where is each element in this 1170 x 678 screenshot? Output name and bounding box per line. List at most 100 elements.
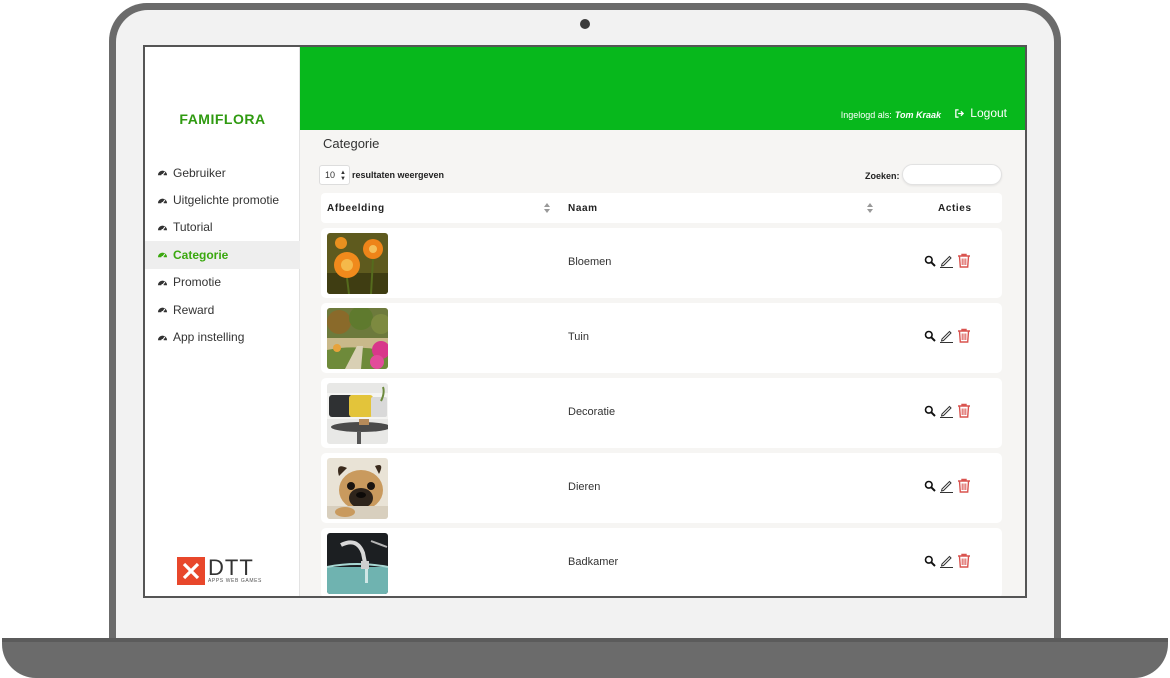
row-actions <box>924 553 974 568</box>
sidebar-item-reward[interactable]: Reward <box>145 296 300 323</box>
camera-icon <box>580 19 590 29</box>
row-actions <box>924 253 974 268</box>
results-length-value: 10 <box>325 170 336 180</box>
sidebar-item-app-instelling[interactable]: App instelling <box>145 323 300 350</box>
category-name: Bloemen <box>568 256 612 268</box>
bathroom-photo <box>327 533 388 594</box>
laptop-base <box>2 638 1168 678</box>
category-name: Dieren <box>568 481 601 493</box>
laptop-hinge <box>2 638 1168 642</box>
edit-button[interactable] <box>939 403 954 418</box>
pencil-icon <box>940 255 953 268</box>
dashboard-icon <box>157 304 168 315</box>
flowers-photo <box>327 233 388 294</box>
trash-icon <box>958 403 970 418</box>
dashboard-icon <box>157 277 168 288</box>
sidebar-item-promotie[interactable]: Promotie <box>145 269 300 296</box>
sidebar-item-categorie[interactable]: Categorie <box>145 241 300 269</box>
edit-button[interactable] <box>939 328 954 343</box>
sidebar-item-label: Gebruiker <box>173 165 226 180</box>
logged-in-label: Ingelogd als: <box>840 110 892 120</box>
search-icon <box>924 255 936 267</box>
dashboard-icon <box>157 222 168 233</box>
edit-button[interactable] <box>939 253 954 268</box>
delete-button[interactable] <box>957 403 971 418</box>
search-label: Zoeken: <box>865 171 900 181</box>
results-length-label: resultaten weergeven <box>352 170 445 180</box>
user-name: Tom Kraak <box>894 110 941 120</box>
column-header-acties: Acties <box>938 193 972 223</box>
view-button[interactable] <box>924 405 936 417</box>
row-actions <box>924 403 974 418</box>
sidebar-item-gebruiker[interactable]: Gebruiker <box>145 159 300 186</box>
delete-button[interactable] <box>957 253 971 268</box>
dtt-logo: DTT APPS WEB GAMES <box>177 557 262 585</box>
top-header: Ingelogd als: Tom Kraak Logout <box>300 47 1025 130</box>
table-row: Badkamer <box>321 528 1002 596</box>
logo-word: DTT <box>208 555 254 580</box>
brand-title: FAMIFLORA <box>179 111 266 127</box>
pencil-icon <box>940 480 953 493</box>
category-name: Badkamer <box>568 556 619 568</box>
search-icon <box>924 405 936 417</box>
pencil-icon <box>940 405 953 418</box>
dog-photo <box>327 458 388 519</box>
table-header: Afbeelding Naam Acties <box>321 193 1002 223</box>
column-header-afbeelding[interactable]: Afbeelding <box>327 193 385 223</box>
logout-label: Logout <box>970 106 1007 120</box>
delete-button[interactable] <box>957 553 971 568</box>
sidebar-item-label: Promotie <box>173 275 222 290</box>
category-name: Tuin <box>568 331 589 343</box>
sort-icon[interactable] <box>866 202 874 214</box>
sidebar-item-label: App instelling <box>173 330 245 345</box>
dashboard-icon <box>157 195 168 206</box>
pencil-icon <box>940 555 953 568</box>
table-row: Bloemen <box>321 228 1002 298</box>
view-button[interactable] <box>924 330 936 342</box>
table-row: Decoratie <box>321 378 1002 448</box>
pencil-icon <box>940 330 953 343</box>
trash-icon <box>958 478 970 493</box>
row-actions <box>924 328 974 343</box>
column-label: Afbeelding <box>327 202 385 214</box>
trash-icon <box>958 553 970 568</box>
edit-button[interactable] <box>939 478 954 493</box>
sidebar-item-tutorial[interactable]: Tutorial <box>145 214 300 241</box>
table-row: Tuin <box>321 303 1002 373</box>
view-button[interactable] <box>924 480 936 492</box>
results-length-select[interactable]: 10 ▲ ▼ <box>319 165 350 185</box>
dashboard-icon <box>157 167 168 178</box>
edit-button[interactable] <box>939 553 954 568</box>
table-row: Dieren <box>321 453 1002 523</box>
logout-icon <box>955 108 965 118</box>
delete-button[interactable] <box>957 328 971 343</box>
row-actions <box>924 478 974 493</box>
logged-in-info: Ingelogd als: Tom Kraak <box>841 110 941 120</box>
sidebar-item-uitgelichte-promotie[interactable]: Uitgelichte promotie <box>145 186 300 213</box>
logout-button[interactable]: Logout <box>954 106 1007 120</box>
search-icon <box>924 480 936 492</box>
dashboard-icon <box>157 332 168 343</box>
search-icon <box>924 330 936 342</box>
column-label: Naam <box>568 202 598 214</box>
decoration-photo <box>327 383 388 444</box>
search-input[interactable] <box>902 164 1002 185</box>
category-name: Decoratie <box>568 406 616 418</box>
logo-subtitle: APPS WEB GAMES <box>208 578 262 584</box>
sidebar: FAMIFLORA Gebruiker Uitgelichte promotie… <box>145 47 300 596</box>
screen: FAMIFLORA Gebruiker Uitgelichte promotie… <box>143 45 1027 598</box>
column-label: Acties <box>938 202 972 214</box>
page-title: Categorie <box>323 136 380 151</box>
column-header-naam[interactable]: Naam <box>568 193 598 223</box>
trash-icon <box>958 328 970 343</box>
view-button[interactable] <box>924 555 936 567</box>
sidebar-item-label: Tutorial <box>173 220 213 235</box>
search-icon <box>924 555 936 567</box>
sidebar-item-label: Categorie <box>173 247 229 262</box>
sort-icon[interactable] <box>543 202 551 214</box>
garden-photo <box>327 308 388 369</box>
delete-button[interactable] <box>957 478 971 493</box>
view-button[interactable] <box>924 255 936 267</box>
dashboard-icon <box>157 249 168 260</box>
trash-icon <box>958 253 970 268</box>
